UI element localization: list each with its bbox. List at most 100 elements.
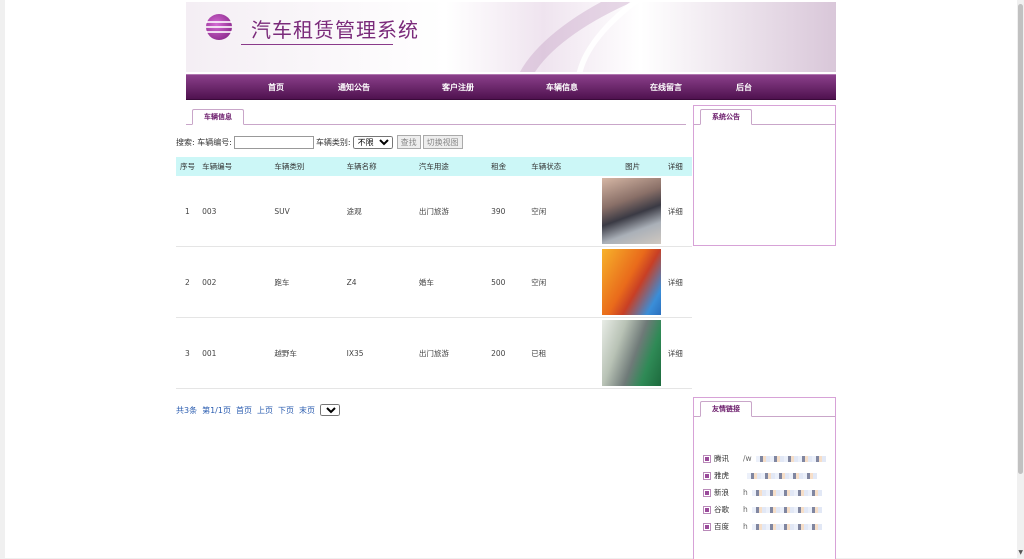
main-nav: 首页 通知公告 客户注册 车辆信息 在线留言 后台 xyxy=(186,74,836,100)
nav-notices[interactable]: 通知公告 xyxy=(338,82,370,93)
cell-image xyxy=(601,246,664,318)
site-title: 汽车租赁管理系统 xyxy=(251,18,419,42)
cell-rent: 390 xyxy=(487,176,528,247)
globe-logo-icon xyxy=(206,14,232,40)
pager-last[interactable]: 末页 xyxy=(299,405,315,416)
redacted-url xyxy=(747,472,817,479)
nav-home[interactable]: 首页 xyxy=(268,82,284,93)
col-header-image: 图片 xyxy=(601,157,664,176)
search-button[interactable]: 查找 xyxy=(396,135,421,149)
cell-name: Z4 xyxy=(342,246,415,318)
table-header-row: 序号 车辆编号 车辆类别 车辆名称 汽车用途 租金 车辆状态 图片 详细 xyxy=(176,157,692,176)
cell-rent: 500 xyxy=(487,246,528,318)
cell-use: 婚车 xyxy=(414,246,488,318)
bullet-icon xyxy=(703,505,711,514)
link-item[interactable]: 百度 h xyxy=(703,518,833,535)
bullet-icon xyxy=(703,471,711,480)
link-item[interactable]: 谷歌 h xyxy=(703,501,833,518)
page: 汽车租赁管理系统 首页 通知公告 客户注册 车辆信息 在线留言 后台 车辆信息 … xyxy=(5,0,1017,559)
col-header-no: 序号 xyxy=(176,157,199,176)
col-header-use: 汽车用途 xyxy=(414,157,488,176)
cell-type: 越野车 xyxy=(270,317,343,389)
col-header-rent: 租金 xyxy=(487,157,528,176)
tab-vehicle-info[interactable]: 车辆信息 xyxy=(192,109,244,125)
cell-name: 途观 xyxy=(342,176,415,247)
redacted-url xyxy=(751,506,822,513)
pager-first[interactable]: 首页 xyxy=(236,405,252,416)
link-url[interactable]: /w xyxy=(743,454,752,463)
search-id-label: 搜索: 车辆编号: xyxy=(176,137,232,147)
pagination: 共3条 第1/1页 首页 上页 下页 末页 1 xyxy=(176,404,340,416)
table-row: 1 003 SUV 途观 出门旅游 390 空闲 详细 xyxy=(176,176,692,247)
cell-rent: 200 xyxy=(487,317,528,389)
nav-register[interactable]: 客户注册 xyxy=(442,82,474,93)
detail-link[interactable]: 详细 xyxy=(663,246,692,318)
col-header-type: 车辆类别 xyxy=(270,157,343,176)
scroll-down-arrow-icon[interactable]: ▼ xyxy=(1018,549,1023,556)
cell-no: 1 xyxy=(176,176,199,247)
redacted-url xyxy=(751,489,822,496)
search-type-label: 车辆类别: xyxy=(315,137,351,147)
title-underline xyxy=(241,44,393,45)
cell-id: 002 xyxy=(198,246,271,318)
detail-link[interactable]: 详细 xyxy=(663,176,692,247)
bullet-icon xyxy=(703,454,711,463)
vertical-scrollbar[interactable]: ▼ xyxy=(1017,0,1024,558)
links-tabbar: 友情链接 xyxy=(694,400,835,417)
link-name[interactable]: 雅虎 xyxy=(714,470,729,481)
cell-image xyxy=(601,317,664,389)
cell-image xyxy=(601,176,664,247)
nav-vehicles[interactable]: 车辆信息 xyxy=(546,82,578,93)
cell-name: IX35 xyxy=(342,317,415,389)
cell-no: 3 xyxy=(176,317,199,389)
detail-link[interactable]: 详细 xyxy=(663,317,692,389)
vehicle-type-select[interactable]: 不限 xyxy=(352,135,393,149)
col-header-name: 车辆名称 xyxy=(342,157,415,176)
redacted-url xyxy=(751,523,822,530)
pager-total: 共3条 xyxy=(176,405,198,415)
link-name[interactable]: 腾讯 xyxy=(714,453,729,464)
link-item[interactable]: 新浪 h xyxy=(703,484,833,501)
col-header-status: 车辆状态 xyxy=(527,157,602,176)
link-name[interactable]: 新浪 xyxy=(714,487,729,498)
search-bar: 搜索: 车辆编号: 车辆类别: 不限 查找 切换视图 xyxy=(176,134,463,150)
bullet-icon xyxy=(703,488,711,497)
link-url[interactable]: h xyxy=(743,505,748,514)
link-item[interactable]: 腾讯 /w xyxy=(703,450,833,467)
tab-system-notice[interactable]: 系统公告 xyxy=(700,109,752,125)
vehicle-table: 序号 车辆编号 车辆类别 车辆名称 汽车用途 租金 车辆状态 图片 详细 1 0… xyxy=(176,157,692,389)
switch-view-button[interactable]: 切换视图 xyxy=(422,135,463,149)
col-header-id: 车辆编号 xyxy=(198,157,271,176)
page-select[interactable]: 1 xyxy=(319,404,340,416)
vehicle-id-input[interactable] xyxy=(233,135,314,149)
nav-messages[interactable]: 在线留言 xyxy=(650,82,682,93)
cell-status: 空闲 xyxy=(527,246,602,318)
link-url[interactable]: h xyxy=(743,488,748,497)
link-name[interactable]: 谷歌 xyxy=(714,504,729,515)
nav-admin[interactable]: 后台 xyxy=(736,82,752,93)
notice-tabbar: 系统公告 xyxy=(694,108,835,125)
pager-page-info: 第1/1页 xyxy=(202,405,231,415)
cell-id: 003 xyxy=(198,176,271,247)
cell-no: 2 xyxy=(176,246,199,318)
friend-links-list: 腾讯 /w 雅虎 新浪 h 谷歌 h 百度 h xyxy=(703,450,833,535)
cell-use: 出门旅游 xyxy=(414,176,488,247)
cell-id: 001 xyxy=(198,317,271,389)
pager-prev[interactable]: 上页 xyxy=(257,405,273,416)
link-name[interactable]: 百度 xyxy=(714,521,729,532)
scrollbar-thumb[interactable] xyxy=(1018,4,1023,474)
table-row: 3 001 越野车 IX35 出门旅游 200 已租 详细 xyxy=(176,317,692,389)
notice-panel: 系统公告 xyxy=(693,105,836,246)
cell-status: 已租 xyxy=(527,317,602,389)
vehicle-tabbar: 车辆信息 xyxy=(186,108,686,125)
pager-next[interactable]: 下页 xyxy=(278,405,294,416)
bullet-icon xyxy=(703,522,711,531)
cell-type: SUV xyxy=(270,176,343,247)
table-row: 2 002 跑车 Z4 婚车 500 空闲 详细 xyxy=(176,246,692,318)
link-url[interactable]: h xyxy=(743,522,748,531)
link-item[interactable]: 雅虎 xyxy=(703,467,833,484)
tab-friend-links[interactable]: 友情链接 xyxy=(700,401,752,417)
car-photo[interactable] xyxy=(601,249,661,315)
car-photo[interactable] xyxy=(601,178,661,244)
car-photo[interactable] xyxy=(601,320,661,386)
